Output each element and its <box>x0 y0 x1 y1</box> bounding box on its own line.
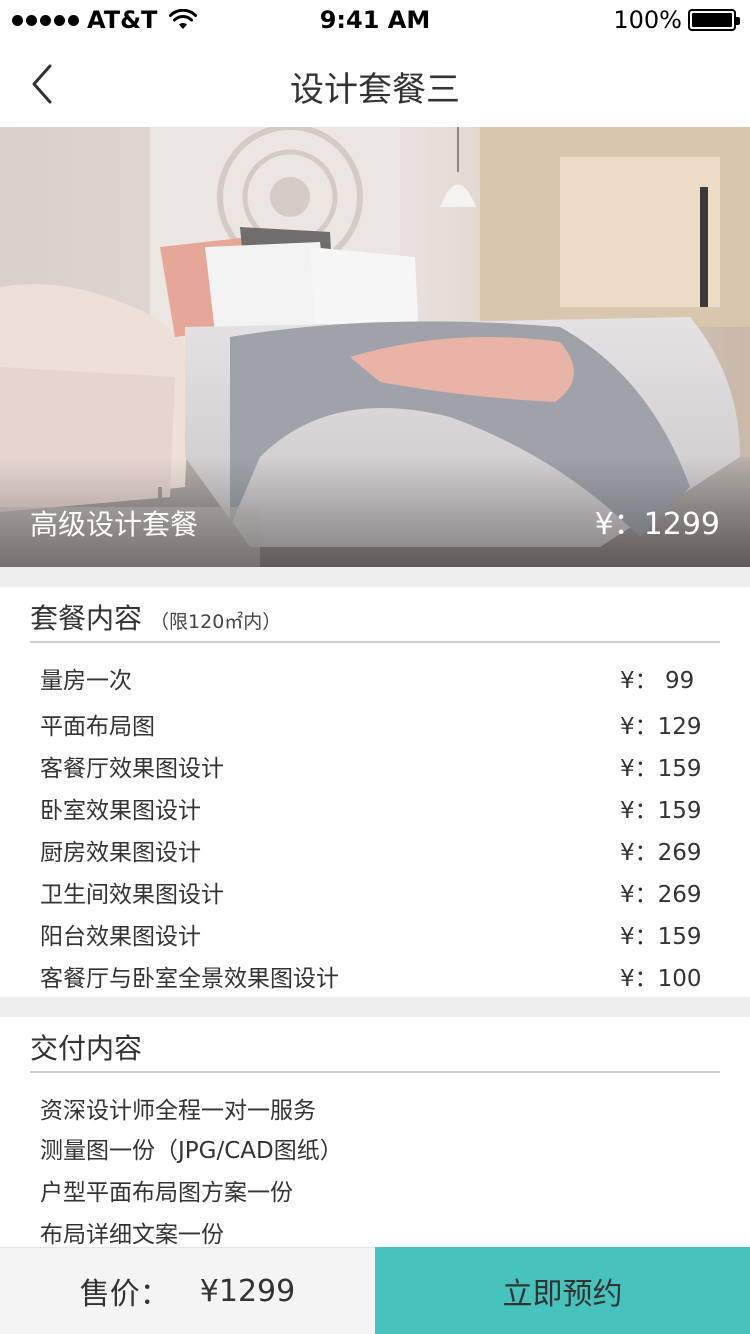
package-section-note: （限120㎡内） <box>150 611 282 633</box>
hero-package-name: 高级设计套餐 <box>30 508 199 541</box>
page-title: 设计套餐三 <box>290 70 460 110</box>
item-price: ¥：129 <box>620 714 702 740</box>
battery-icon <box>688 9 740 31</box>
list-item: 卧室效果图设计 ¥：159 <box>40 791 710 825</box>
hero-package-price: ¥：1299 <box>594 507 720 542</box>
section-title: 套餐内容 （限120㎡内） <box>30 597 281 637</box>
list-item: 平面布局图 ¥：129 <box>40 707 710 741</box>
item-label: 量房一次 <box>40 668 132 694</box>
section-divider <box>0 997 750 1017</box>
list-item: 阳台效果图设计 ¥：159 <box>40 917 710 951</box>
list-item: 卫生间效果图设计 ¥：269 <box>40 875 710 909</box>
list-item: 客餐厅与卧室全景效果图设计 ¥：100 <box>40 959 710 993</box>
delivery-section-title: 交付内容 <box>30 1032 143 1065</box>
item-label: 卫生间效果图设计 <box>40 882 224 908</box>
list-item: 量房一次 ¥： 99 <box>40 661 710 695</box>
bottom-action-bar: 售价： ¥1299 立即预约 <box>0 1247 750 1334</box>
delivery-item: 测量图一份（JPG/CAD图纸） <box>40 1138 343 1164</box>
package-section-title: 套餐内容 <box>30 602 143 635</box>
item-label: 平面布局图 <box>40 714 155 740</box>
item-label: 阳台效果图设计 <box>40 924 201 950</box>
section-header: 套餐内容 （限120㎡内） <box>30 587 720 643</box>
item-label: 客餐厅与卧室全景效果图设计 <box>40 966 339 992</box>
delivery-item: 户型平面布局图方案一份 <box>40 1180 293 1206</box>
item-label: 厨房效果图设计 <box>40 840 201 866</box>
battery-percent: 100% <box>613 6 682 34</box>
item-price: ¥：159 <box>620 756 702 782</box>
list-item: 客餐厅效果图设计 ¥：159 <box>40 749 710 783</box>
status-right: 100% <box>613 6 740 34</box>
item-price: ¥：269 <box>620 882 702 908</box>
item-price: ¥：159 <box>620 798 702 824</box>
price-summary: 售价： ¥1299 <box>0 1247 375 1334</box>
item-price: ¥： 99 <box>620 668 695 694</box>
item-label: 卧室效果图设计 <box>40 798 201 824</box>
delivery-item: 布局详细文案一份 <box>40 1222 224 1248</box>
section-divider <box>0 567 750 587</box>
book-now-button[interactable]: 立即预约 <box>375 1247 750 1334</box>
nav-bar: 设计套餐三 <box>0 40 750 128</box>
price-value: ¥1299 <box>199 1273 296 1309</box>
list-item: 厨房效果图设计 ¥：269 <box>40 833 710 867</box>
item-price: ¥：159 <box>620 924 702 950</box>
hero-banner[interactable]: 高级设计套餐 ¥：1299 <box>0 127 750 567</box>
status-bar: AT&T 9:41 AM 100% <box>0 0 750 40</box>
item-price: ¥：100 <box>620 966 702 992</box>
item-price: ¥：269 <box>620 840 702 866</box>
package-content-section: 套餐内容 （限120㎡内） 量房一次 ¥： 99 平面布局图 ¥：129 客餐厅效… <box>0 587 750 997</box>
price-label: 售价： <box>79 1277 170 1312</box>
delivery-content-section: 交付内容 资深设计师全程一对一服务 测量图一份（JPG/CAD图纸） 户型平面布… <box>0 1017 750 1248</box>
section-header: 交付内容 <box>30 1017 720 1073</box>
item-label: 客餐厅效果图设计 <box>40 756 224 782</box>
delivery-item: 资深设计师全程一对一服务 <box>40 1098 316 1124</box>
